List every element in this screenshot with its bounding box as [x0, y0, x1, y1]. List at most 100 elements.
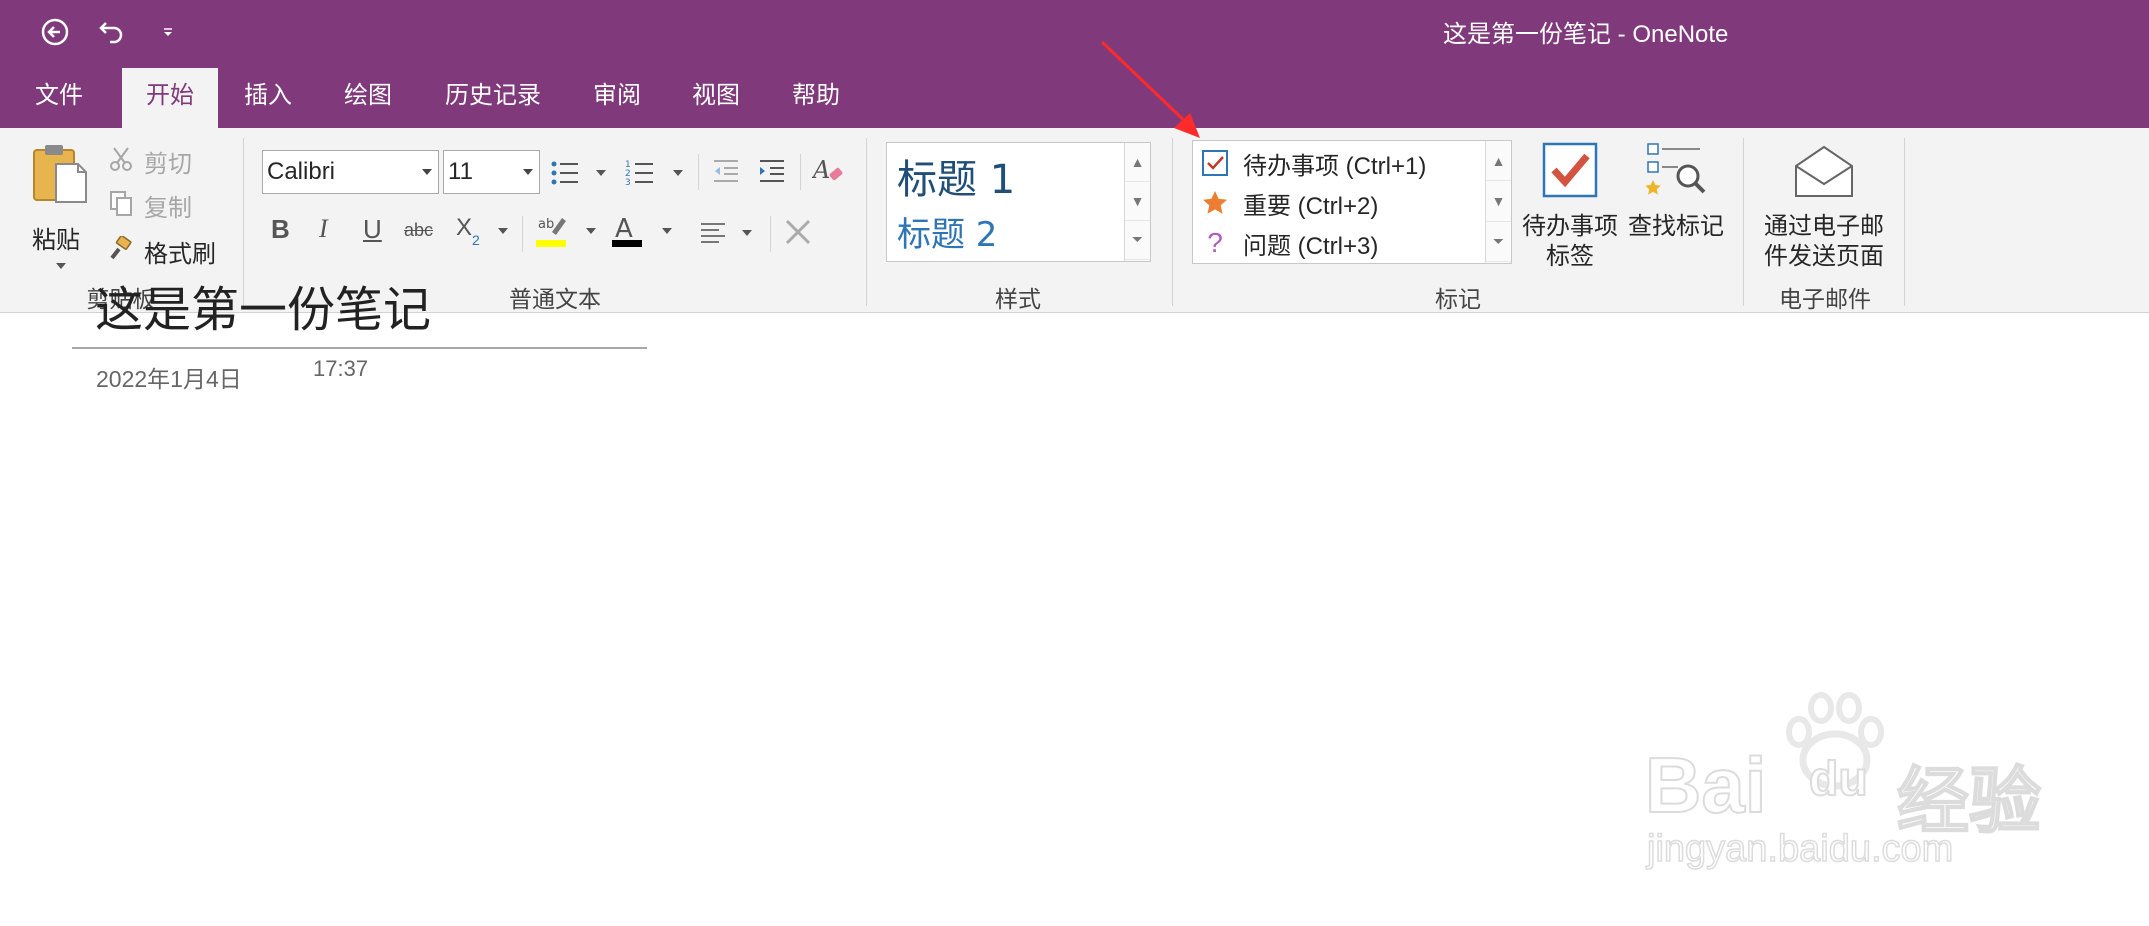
onenote-window: 这是第一份笔记 - OneNote 文件 开始 插入 绘图 历史记录 审阅 视图…	[0, 0, 2149, 926]
styles-gallery-scroll[interactable]: ▲ ▼ ⏷	[1124, 143, 1150, 261]
tab-draw[interactable]: 绘图	[326, 64, 410, 128]
undo-icon	[99, 22, 123, 44]
find-tags-label: 查找标记	[1628, 213, 1724, 240]
star-icon	[1203, 191, 1227, 214]
font-size-value: 11	[448, 158, 473, 185]
paragraph-alignment-button[interactable]	[698, 216, 760, 250]
subscript-label: X	[456, 214, 473, 241]
tab-home[interactable]: 开始	[122, 68, 218, 128]
font-size-combo[interactable]: 11	[443, 150, 540, 194]
tab-help[interactable]: 帮助	[774, 64, 858, 128]
group-divider	[866, 138, 867, 306]
bullets-button[interactable]	[550, 156, 612, 190]
divider	[800, 154, 801, 190]
underline-button[interactable]: U	[363, 214, 382, 245]
watermark-url: jingyan.baidu.com	[1646, 827, 1954, 871]
chevron-down-icon	[586, 228, 596, 234]
highlight-button[interactable]: ab	[534, 212, 600, 252]
tags-gallery-scroll[interactable]: ▲ ▼ ⏷	[1485, 141, 1511, 263]
find-tags-button[interactable]: 查找标记	[1626, 142, 1726, 274]
font-name-combo[interactable]: Calibri	[262, 150, 439, 194]
divider	[770, 216, 771, 252]
paintbrush-icon	[110, 236, 132, 260]
style-heading-1[interactable]: 标题 1	[897, 147, 1015, 205]
watermark-brand: Bai	[1644, 740, 1767, 830]
subscript-button[interactable]: X 2	[456, 214, 512, 250]
font-color-button[interactable]: A	[610, 212, 676, 252]
tag-item-label: 重要 (Ctrl+2)	[1243, 192, 1379, 220]
question-mark-icon: ?	[1207, 227, 1223, 258]
increase-indent-button[interactable]	[756, 156, 790, 190]
chevron-down-icon	[422, 169, 432, 175]
back-icon	[41, 18, 69, 46]
tab-review[interactable]: 审阅	[575, 64, 659, 128]
format-painter-label: 格式刷	[144, 241, 216, 268]
tag-item-question[interactable]: ? 问题 (Ctrl+3)	[1201, 224, 1378, 262]
clear-formatting-icon: A	[811, 156, 843, 184]
email-label-line2: 件发送页面	[1764, 243, 1884, 270]
cut-button[interactable]: 剪切	[108, 142, 208, 178]
page-title[interactable]: 这是第一份笔记	[95, 270, 431, 340]
back-button[interactable]	[35, 12, 75, 52]
delete-button[interactable]	[782, 216, 818, 252]
clear-formatting-button[interactable]: A	[811, 154, 848, 190]
tab-history[interactable]: 历史记录	[427, 64, 559, 128]
align-left-icon	[701, 223, 725, 243]
tag-item-important[interactable]: 重要 (Ctrl+2)	[1201, 184, 1378, 222]
checkbox-icon	[1202, 150, 1228, 176]
annotation-arrow-icon	[1100, 40, 1200, 138]
tab-view[interactable]: 视图	[674, 64, 758, 128]
email-group-label: 电子邮件	[1779, 286, 1871, 312]
title-bar: 这是第一份笔记 - OneNote	[0, 0, 2149, 64]
tag-item-todo[interactable]: 待办事项 (Ctrl+1)	[1201, 144, 1426, 182]
copy-label: 复制	[144, 195, 192, 222]
scroll-up-icon[interactable]: ▲	[1125, 143, 1150, 182]
title-underline	[72, 347, 647, 349]
group-divider	[1172, 138, 1173, 306]
svg-text:3: 3	[625, 178, 631, 188]
svg-text:ab: ab	[538, 217, 554, 232]
scroll-down-icon[interactable]: ▼	[1486, 181, 1511, 222]
todo-tag-button[interactable]: 待办事项 标签	[1520, 142, 1620, 274]
italic-button[interactable]: I	[319, 214, 328, 244]
bold-button[interactable]: B	[271, 214, 290, 245]
tab-file[interactable]: 文件	[17, 64, 101, 128]
dropdown-icon	[164, 28, 172, 36]
chevron-down-icon	[523, 169, 533, 175]
subscript-icon: 2	[472, 232, 480, 248]
indent-icon	[760, 160, 784, 182]
styles-gallery[interactable]: 标题 1 标题 2 ▲ ▼ ⏷	[886, 142, 1151, 262]
email-page-button[interactable]: 通过电子邮 件发送页面	[1762, 142, 1886, 274]
close-icon	[785, 219, 811, 245]
strikethrough-button[interactable]: abc	[404, 220, 433, 241]
checkmark-box-icon	[1542, 142, 1598, 198]
outdent-icon	[714, 160, 738, 182]
basic-text-group-label: 普通文本	[509, 286, 601, 312]
todo-tag-label-line2: 标签	[1546, 243, 1594, 270]
gallery-expand-icon[interactable]: ⏷	[1125, 221, 1150, 260]
tags-gallery[interactable]: 待办事项 (Ctrl+1) 重要 (Ctrl+2) ? 问题 (Ctrl+3) …	[1192, 140, 1512, 264]
page-date: 2022年1月4日	[96, 366, 242, 392]
gallery-expand-icon[interactable]: ⏷	[1486, 222, 1511, 262]
copy-button[interactable]: 复制	[108, 186, 208, 222]
customize-qat-button[interactable]	[148, 12, 188, 52]
tab-insert[interactable]: 插入	[226, 64, 310, 128]
numbering-button[interactable]: 123	[625, 156, 687, 190]
tag-item-label: 待办事项 (Ctrl+1)	[1243, 152, 1427, 180]
scroll-up-icon[interactable]: ▲	[1486, 141, 1511, 182]
page-time: 17:37	[313, 356, 369, 381]
ribbon-tabs: 文件 开始 插入 绘图 历史记录 审阅 视图 帮助	[0, 64, 2149, 128]
svg-text:A: A	[615, 214, 633, 244]
decrease-indent-button[interactable]	[710, 156, 744, 190]
paste-button[interactable]: 粘贴	[26, 142, 96, 272]
undo-button[interactable]	[92, 12, 132, 52]
styles-group-label: 样式	[995, 286, 1041, 312]
scissors-icon	[110, 147, 132, 171]
group-divider	[1904, 138, 1905, 306]
font-name-value: Calibri	[267, 158, 336, 185]
chevron-down-icon	[742, 230, 752, 236]
format-painter-button[interactable]: 格式刷	[108, 232, 228, 268]
cut-label: 剪切	[144, 151, 192, 178]
style-heading-2[interactable]: 标题 2	[897, 207, 997, 256]
scroll-down-icon[interactable]: ▼	[1125, 182, 1150, 221]
